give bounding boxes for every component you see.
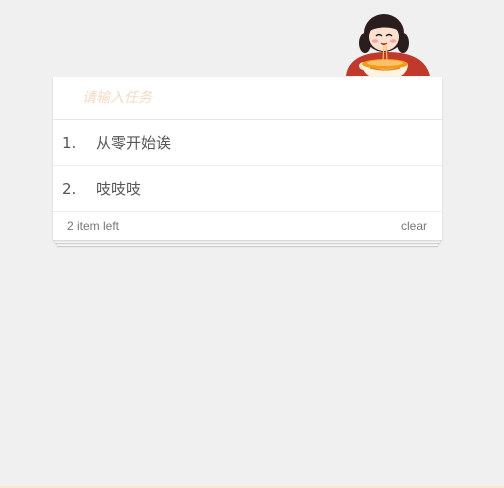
todo-card: 1. 从零开始诶 2. 吱吱吱 2 item left clear (53, 77, 442, 240)
clear-button[interactable]: clear (401, 219, 427, 233)
items-left-count: 2 item left (67, 219, 120, 233)
item-number: 1. (62, 133, 77, 152)
item-text: 吱吱吱 (96, 180, 142, 198)
list-item[interactable]: 2. 吱吱吱 (53, 166, 442, 212)
new-task-input[interactable] (53, 77, 442, 120)
todo-list: 1. 从零开始诶 2. 吱吱吱 (53, 120, 442, 212)
girl-eating-noodles-icon (346, 14, 430, 78)
todo-footer: 2 item left clear (53, 212, 442, 240)
item-text: 从零开始诶 (96, 134, 172, 152)
list-item[interactable]: 1. 从零开始诶 (53, 120, 442, 166)
todo-app: 1. 从零开始诶 2. 吱吱吱 2 item left clear (53, 77, 442, 246)
item-number: 2. (62, 179, 77, 198)
